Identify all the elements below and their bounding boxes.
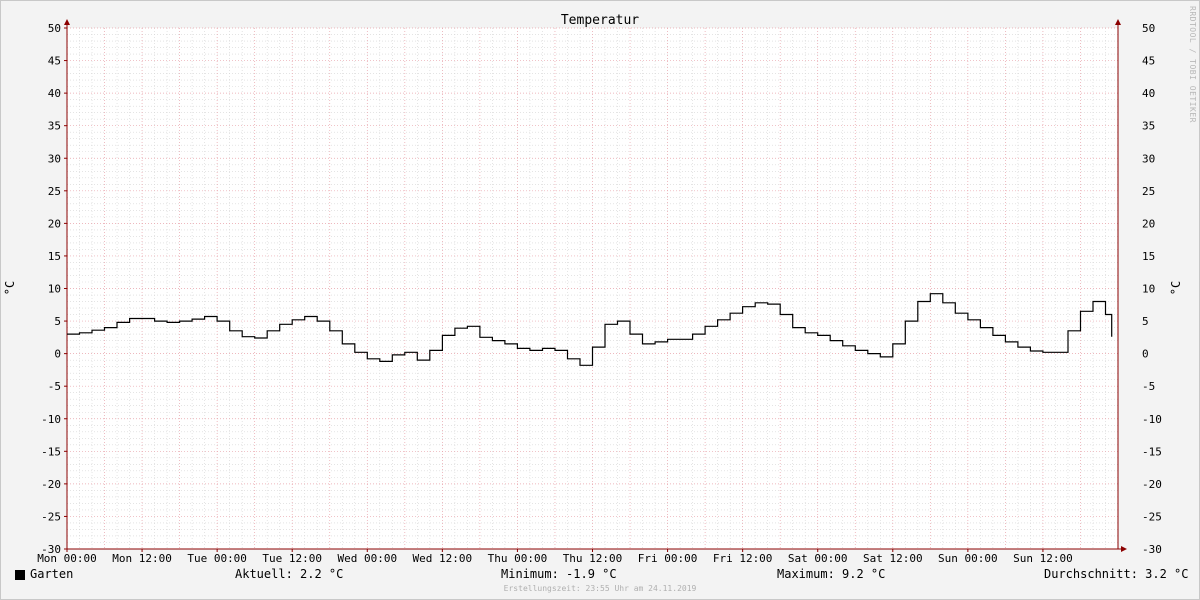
- x-tick-label: Tue 12:00: [262, 552, 322, 565]
- x-tick-label: Tue 00:00: [187, 552, 247, 565]
- legend-minimum: Minimum: -1.9 °C: [501, 567, 617, 581]
- x-tick-label: Sat 00:00: [788, 552, 848, 565]
- y-tick-label-left: 35: [48, 120, 61, 133]
- y-tick-label-right: 10: [1142, 283, 1155, 296]
- x-tick-label: Fri 12:00: [713, 552, 773, 565]
- temperature-chart: 50 5045 4540 4035 3530 3025 2520 2015 1510 105 50 0…: [3, 13, 1183, 565]
- y-tick-label-left: 20: [48, 217, 61, 230]
- x-tick-label: Sat 12:00: [863, 552, 923, 565]
- y-tick-label-right: 25: [1142, 185, 1155, 198]
- y-tick-label-right: -15: [1142, 445, 1162, 458]
- y-tick-label-right: 50: [1142, 22, 1155, 35]
- x-tick-label: Wed 00:00: [337, 552, 397, 565]
- y-tick-label-right: 45: [1142, 55, 1155, 68]
- y-tick-label-left: -20: [41, 478, 61, 491]
- y-tick-label-right: 15: [1142, 250, 1155, 263]
- y-tick-label-left: 15: [48, 250, 61, 263]
- x-tick-label: Sun 00:00: [938, 552, 998, 565]
- y-tick-label-left: 10: [48, 283, 61, 296]
- y-axis-arrow-left: [64, 19, 70, 25]
- y-tick-label-left: 0: [54, 348, 61, 361]
- legend-current: Aktuell: 2.2 °C: [235, 567, 344, 581]
- x-tick-label: Sun 12:00: [1013, 552, 1073, 565]
- y-tick-label-right: -25: [1142, 510, 1162, 523]
- x-tick-label: Mon 00:00: [37, 552, 97, 565]
- y-axis-label-right: °C: [1169, 281, 1183, 295]
- y-tick-label-right: -5: [1142, 380, 1155, 393]
- y-tick-label-right: 0: [1142, 348, 1149, 361]
- x-axis-arrow: [1121, 546, 1127, 552]
- y-axis-label-left: °C: [3, 281, 17, 295]
- x-tick-label: Thu 12:00: [563, 552, 623, 565]
- y-tick-label-left: 40: [48, 87, 61, 100]
- y-tick-label-left: 30: [48, 152, 61, 165]
- y-tick-label-left: 45: [48, 55, 61, 68]
- y-tick-label-right: -20: [1142, 478, 1162, 491]
- rrdtool-watermark: RRDTOOL / TOBI OETIKER: [1188, 6, 1197, 123]
- legend-maximum: Maximum: 9.2 °C: [777, 567, 886, 581]
- y-tick-label-right: -10: [1142, 413, 1162, 426]
- y-tick-label-left: -10: [41, 413, 61, 426]
- grid-layer: [67, 27, 1118, 549]
- x-tick-label: Mon 12:00: [112, 552, 172, 565]
- y-tick-label-right: -30: [1142, 543, 1162, 556]
- x-tick-label: Fri 00:00: [638, 552, 698, 565]
- y-tick-label-left: -5: [48, 380, 61, 393]
- legend-average: Durchschnitt: 3.2 °C: [1044, 567, 1189, 581]
- y-tick-label-right: 35: [1142, 120, 1155, 133]
- chart-title: Temperatur: [561, 13, 639, 28]
- y-tick-label-right: 20: [1142, 217, 1155, 230]
- y-tick-label-left: -15: [41, 445, 61, 458]
- y-tick-label-right: 40: [1142, 87, 1155, 100]
- x-tick-label: Wed 12:00: [413, 552, 473, 565]
- y-tick-label-left: 50: [48, 22, 61, 35]
- legend-swatch: [15, 570, 25, 580]
- x-tick-label: Thu 00:00: [488, 552, 548, 565]
- y-tick-label-left: 25: [48, 185, 61, 198]
- y-tick-label-left: 5: [54, 315, 61, 328]
- creation-time: Erstellungszeit: 23:55 Uhr am 24.11.2019: [503, 584, 697, 593]
- y-tick-label-right: 30: [1142, 152, 1155, 165]
- chart-canvas: 50 50 45 45 40 40 35 35 30 30 25 25 20 20 15 15 10 10 5 5 0 0…: [0, 0, 1200, 600]
- y-tick-label-left: -25: [41, 510, 61, 523]
- y-axis-arrow-right: [1115, 19, 1121, 25]
- legend-series-name: Garten: [30, 567, 74, 581]
- y-tick-label-right: 5: [1142, 315, 1149, 328]
